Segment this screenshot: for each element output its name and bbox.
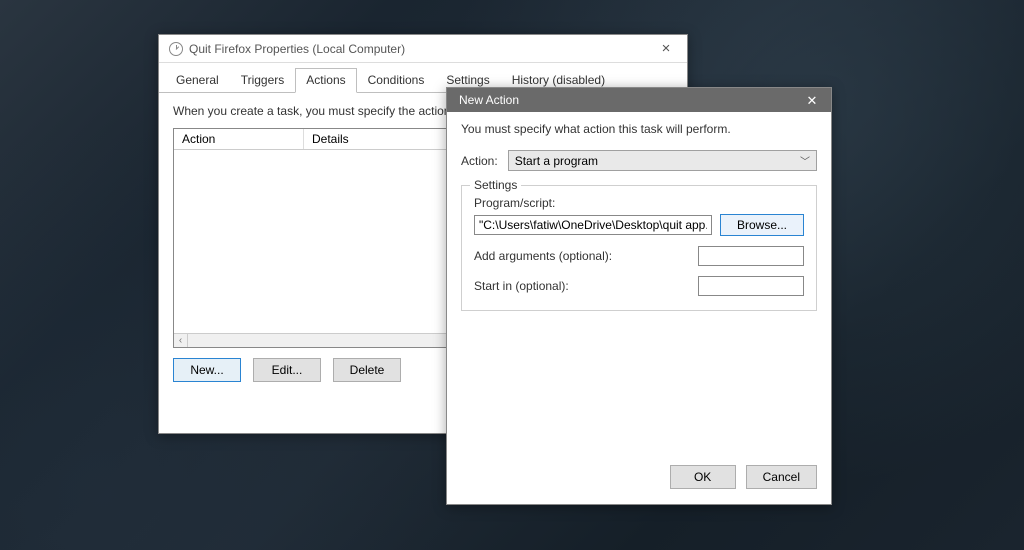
browse-button[interactable]: Browse... [720,214,804,236]
new-action-dialog: New Action ✕ You must specify what actio… [446,87,832,505]
ok-button[interactable]: OK [670,465,736,489]
properties-titlebar: Quit Firefox Properties (Local Computer)… [159,35,687,63]
scroll-left-icon[interactable]: ‹ [174,334,188,347]
new-action-description: You must specify what action this task w… [461,122,817,146]
program-script-input[interactable] [474,215,712,235]
edit-button[interactable]: Edit... [253,358,321,382]
cancel-button[interactable]: Cancel [746,465,817,489]
new-button[interactable]: New... [173,358,241,382]
start-in-label: Start in (optional): [474,279,569,293]
settings-legend: Settings [470,178,521,192]
add-arguments-label: Add arguments (optional): [474,249,612,263]
chevron-down-icon: ﹀ [800,153,810,168]
tab-actions[interactable]: Actions [295,68,356,93]
program-script-label: Program/script: [474,196,804,210]
properties-title: Quit Firefox Properties (Local Computer) [189,42,405,56]
column-action[interactable]: Action [174,129,304,149]
action-select-value: Start a program [515,154,598,168]
add-arguments-input[interactable] [698,246,804,266]
close-icon[interactable]: × [653,41,679,56]
tab-conditions[interactable]: Conditions [357,68,436,93]
new-action-titlebar: New Action ✕ [447,88,831,112]
action-label: Action: [461,154,498,168]
tab-triggers[interactable]: Triggers [230,68,296,93]
delete-button[interactable]: Delete [333,358,401,382]
task-scheduler-icon [169,42,183,56]
close-icon[interactable]: ✕ [801,94,823,107]
tab-general[interactable]: General [165,68,230,93]
start-in-input[interactable] [698,276,804,296]
action-select[interactable]: Start a program ﹀ [508,150,817,171]
new-action-title: New Action [459,93,519,107]
settings-group: Settings Program/script: Browse... Add a… [461,185,817,311]
